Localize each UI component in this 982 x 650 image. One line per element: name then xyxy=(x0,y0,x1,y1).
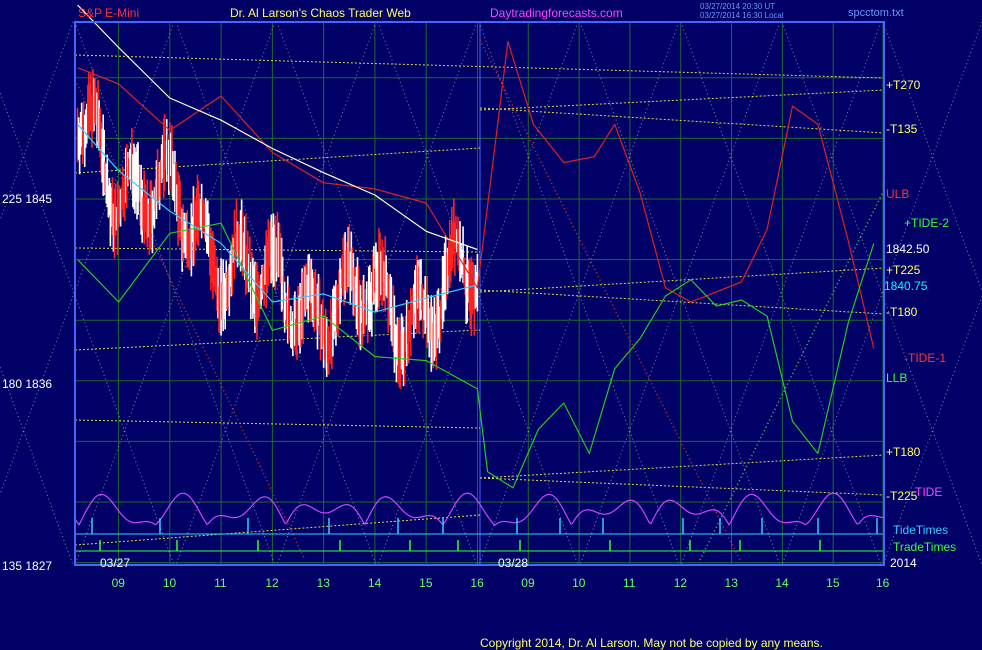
lattice-line xyxy=(882,294,982,566)
price-bars xyxy=(76,68,479,389)
label-minus-t135: -T135 xyxy=(886,122,918,136)
label-last-price: 1840.75 xyxy=(884,279,928,293)
date-label-0328: 03/28 xyxy=(498,556,529,570)
left-axis-label-1836: 180 1836 xyxy=(2,377,53,391)
trend-line xyxy=(74,419,481,429)
hour-tick-label: 10 xyxy=(162,576,177,590)
hour-tick-label: 11 xyxy=(622,576,636,590)
lattice-line xyxy=(882,21,982,293)
data-file-name: spcctom.txt xyxy=(848,7,904,19)
label-plus-tide-2: +TIDE-2 xyxy=(904,216,950,230)
timestamp-local: 03/27/2014 16:30 Local xyxy=(700,11,784,20)
lattice-line xyxy=(0,91,175,566)
trend-line xyxy=(74,514,481,546)
hour-tick-label: 10 xyxy=(572,576,586,590)
hour-tick-label: 12 xyxy=(673,576,688,590)
site-link[interactable]: Daytradingforecasts.com xyxy=(490,6,623,20)
trend-line xyxy=(479,289,885,315)
label-tradetimes: TradeTimes xyxy=(893,540,957,554)
lattice-line xyxy=(0,21,175,496)
label-plus-t225: +T225 xyxy=(886,263,921,277)
series-llb xyxy=(77,222,875,489)
symbol-title: S&P E-Mini xyxy=(78,6,140,20)
hour-tick-label: 15 xyxy=(826,576,840,590)
left-axis-label-1845: 225 1845 xyxy=(2,192,53,206)
label-minus-t180: -T180 xyxy=(886,305,918,319)
chart-title: Dr. Al Larson's Chaos Trader Web xyxy=(230,6,411,20)
label-tidetimes: TideTimes xyxy=(893,523,949,537)
label-plus-t180: +T180 xyxy=(886,445,921,459)
red-diagonal xyxy=(479,39,741,561)
hour-tick-label: 09 xyxy=(111,576,125,590)
label-minus-t225: -T225 xyxy=(886,489,918,503)
hour-tick-label: 12 xyxy=(265,576,279,590)
label-llb: LLB xyxy=(886,371,908,385)
trend-line xyxy=(479,454,885,479)
lattice-line xyxy=(0,21,74,222)
copyright-notice: Copyright 2014, Dr. Al Larson. May not b… xyxy=(480,636,823,650)
label-ulb: ULB xyxy=(886,187,910,201)
trend-line xyxy=(479,267,885,293)
chart-grid xyxy=(0,21,982,566)
left-axis-label-1827: 135 1827 xyxy=(2,559,53,573)
hour-tick-label: 11 xyxy=(214,576,227,590)
date-label-0327: 03/27 xyxy=(100,556,131,570)
hour-tick-label: 14 xyxy=(775,576,789,590)
year-label: 2014 xyxy=(890,556,917,570)
label-plus-t270: +T270 xyxy=(886,78,921,92)
label-tide: TIDE xyxy=(915,485,943,499)
trend-line xyxy=(479,89,885,111)
chart-canvas xyxy=(0,4,982,566)
label-last-high: 1842.50 xyxy=(886,242,930,256)
trend-line xyxy=(74,329,481,351)
hour-tick-label: 15 xyxy=(419,576,433,590)
timestamp-ut: 03/27/2014 20:30 UT xyxy=(700,2,776,11)
green-diagonal xyxy=(699,189,885,561)
trend-line xyxy=(479,107,885,134)
hour-tick-label: 16 xyxy=(470,576,484,590)
trend-line xyxy=(479,477,885,496)
hour-tick-label: 14 xyxy=(367,576,382,590)
hour-tick-label: 16 xyxy=(875,576,890,590)
hour-tick-label: 13 xyxy=(724,576,738,590)
lattice-line xyxy=(0,365,74,566)
hour-tick-label: 09 xyxy=(521,576,535,590)
hour-tick-label: 13 xyxy=(316,576,330,590)
label-minus-tide-1: -TIDE-1 xyxy=(904,351,946,365)
